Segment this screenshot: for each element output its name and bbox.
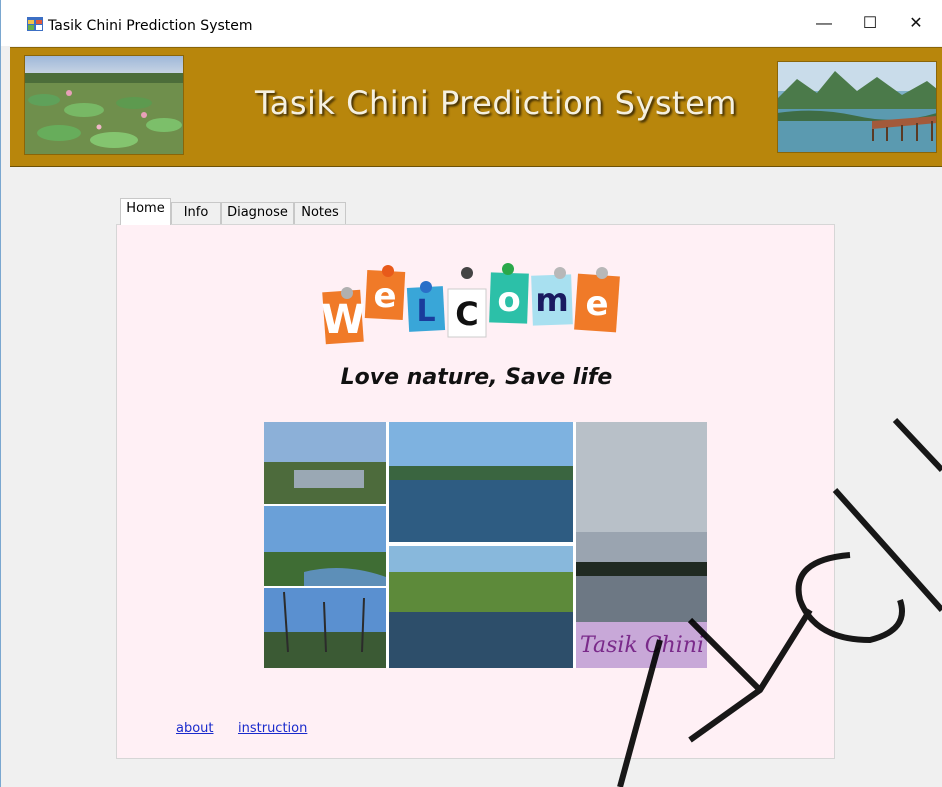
- header-banner: Tasik Chini Prediction System: [10, 47, 942, 167]
- close-button[interactable]: ✕: [893, 8, 939, 40]
- tab-info-label: Info: [183, 205, 209, 220]
- slogan-text: Love nature, Save life: [340, 365, 613, 390]
- lake-jetty-photo: [777, 61, 937, 153]
- app-window-icon: [27, 17, 43, 31]
- minimize-icon: —: [816, 15, 832, 32]
- maximize-icon: ☐: [862, 15, 878, 32]
- welcome-letter: e: [373, 276, 396, 316]
- tab-home-label: Home: [126, 201, 165, 216]
- maximize-button[interactable]: ☐: [847, 8, 893, 40]
- tab-diagnose[interactable]: Diagnose: [221, 202, 294, 224]
- tab-diagnose-label: Diagnose: [227, 205, 288, 220]
- tab-info[interactable]: Info: [171, 202, 221, 224]
- collage-caption: Tasik Chini: [580, 633, 704, 658]
- window-title: Tasik Chini Prediction System: [48, 18, 253, 34]
- close-icon: ✕: [909, 15, 923, 32]
- tab-notes[interactable]: Notes: [294, 202, 346, 224]
- about-link[interactable]: about: [176, 721, 214, 736]
- instruction-link[interactable]: instruction: [238, 721, 307, 736]
- welcome-letter: L: [416, 294, 435, 329]
- minimize-button[interactable]: —: [801, 8, 847, 40]
- title-bar[interactable]: Tasik Chini Prediction System — ☐ ✕: [1, 0, 942, 46]
- welcome-letter: o: [497, 280, 520, 320]
- app-window: Tasik Chini Prediction System — ☐ ✕ Tasi…: [0, 0, 942, 787]
- welcome-letter: W: [322, 297, 365, 343]
- tab-notes-label: Notes: [301, 205, 339, 220]
- welcome-letter: m: [535, 281, 568, 319]
- lotus-lake-photo: [24, 55, 184, 155]
- welcome-letter: e: [585, 284, 608, 324]
- banner-title: Tasik Chini Prediction System: [255, 84, 737, 122]
- tab-home[interactable]: Home: [120, 198, 171, 225]
- welcome-banner-image: W e L C o m e: [322, 263, 620, 345]
- welcome-letter: C: [455, 295, 478, 333]
- lake-photo-collage: Tasik Chini: [264, 422, 707, 668]
- home-tab-panel: W e L C o m e Love nature, Save life Tas…: [116, 224, 835, 759]
